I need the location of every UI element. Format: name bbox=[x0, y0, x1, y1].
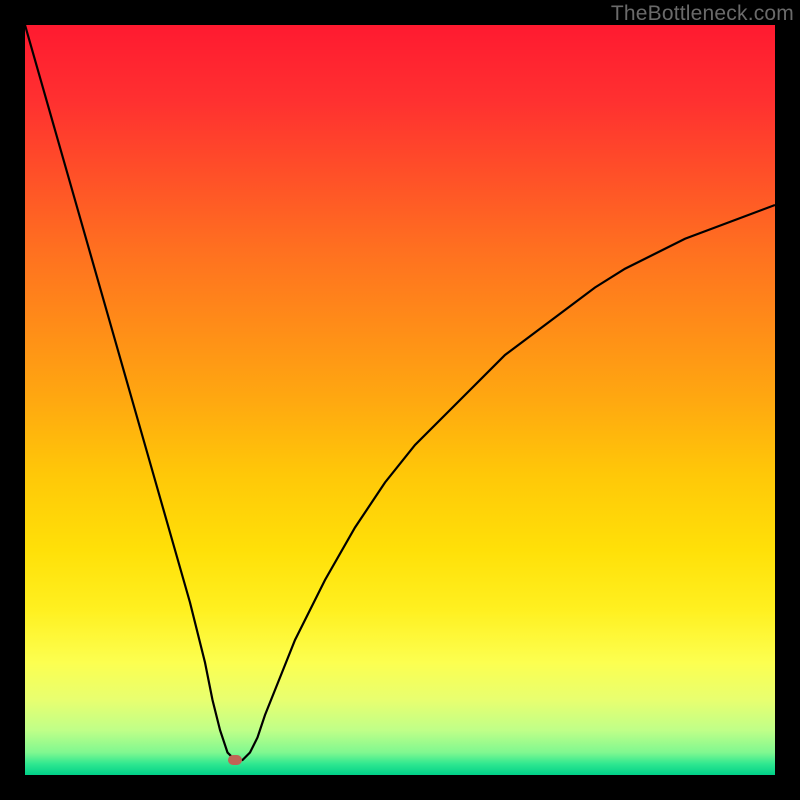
plot-area bbox=[25, 25, 775, 775]
watermark-label: TheBottleneck.com bbox=[611, 2, 794, 26]
optimal-point-marker bbox=[228, 755, 242, 765]
chart-frame: TheBottleneck.com bbox=[0, 0, 800, 800]
bottleneck-curve bbox=[25, 25, 775, 775]
